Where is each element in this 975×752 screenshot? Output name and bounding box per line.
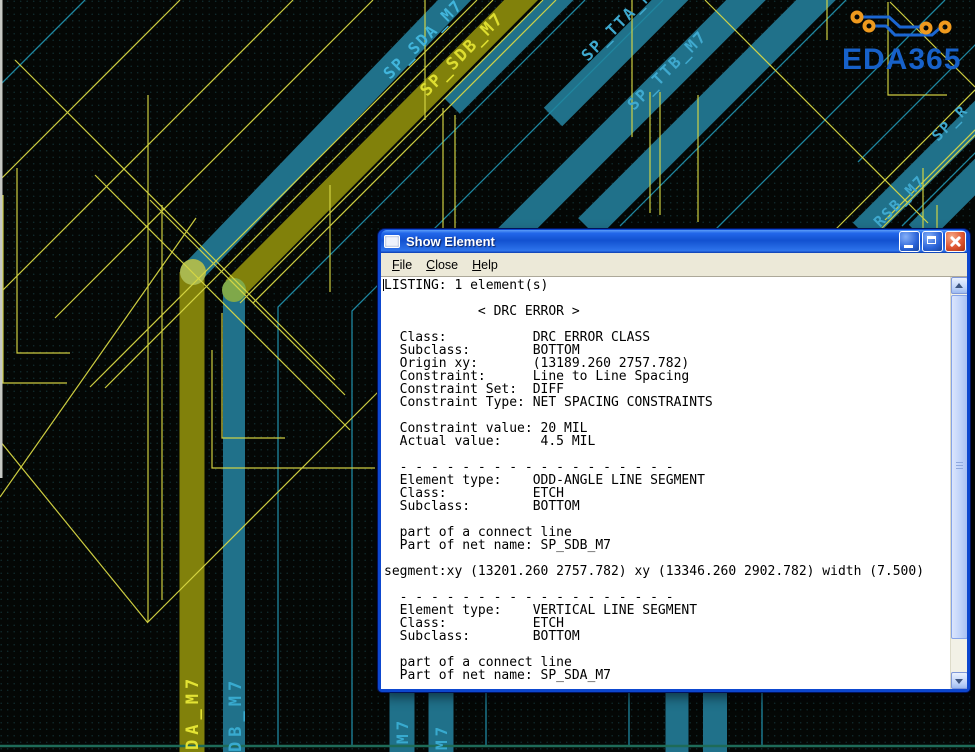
- dialog-title: Show Element: [406, 234, 897, 249]
- dialog-content: LISTING: 1 element(s) < DRC ERROR > Clas…: [381, 277, 967, 689]
- scroll-up-button[interactable]: [951, 277, 967, 294]
- net-label: M7: [432, 723, 451, 750]
- drc-marker-2: [222, 278, 246, 302]
- drc-marker-1: [180, 259, 206, 285]
- logo-text: EDA365: [842, 43, 961, 76]
- show-element-dialog: Show Element FileCloseHelp LISTING: 1 el…: [378, 229, 970, 692]
- scroll-down-button[interactable]: [951, 672, 967, 689]
- left-edge-strip: [0, 0, 3, 478]
- scrollbar-thumb[interactable]: [951, 295, 967, 639]
- close-button[interactable]: [945, 231, 966, 252]
- net-label: DA_M7: [183, 674, 203, 750]
- menu-close[interactable]: Close: [420, 256, 466, 274]
- minimize-icon: [904, 245, 913, 248]
- menu-bar: FileCloseHelp: [381, 253, 967, 277]
- element-listing-text: LISTING: 1 element(s) < DRC ERROR > Clas…: [381, 277, 967, 682]
- maximize-icon: [927, 236, 936, 244]
- dialog-titlebar[interactable]: Show Element: [381, 230, 967, 253]
- menu-file[interactable]: File: [386, 256, 420, 274]
- minimize-button[interactable]: [899, 231, 920, 252]
- allegro-workspace: EDA365 SP_SDA_M7SP_SDB_M7SP_TTA_M7SP_TTB…: [0, 0, 975, 752]
- maximize-button[interactable]: [922, 231, 943, 252]
- vertical-scrollbar[interactable]: [950, 277, 967, 689]
- net-label: DB_M7: [226, 676, 246, 752]
- text-caret: [383, 279, 384, 291]
- window-icon: [384, 235, 400, 248]
- menu-help[interactable]: Help: [466, 256, 506, 274]
- net-label: M7: [393, 717, 412, 744]
